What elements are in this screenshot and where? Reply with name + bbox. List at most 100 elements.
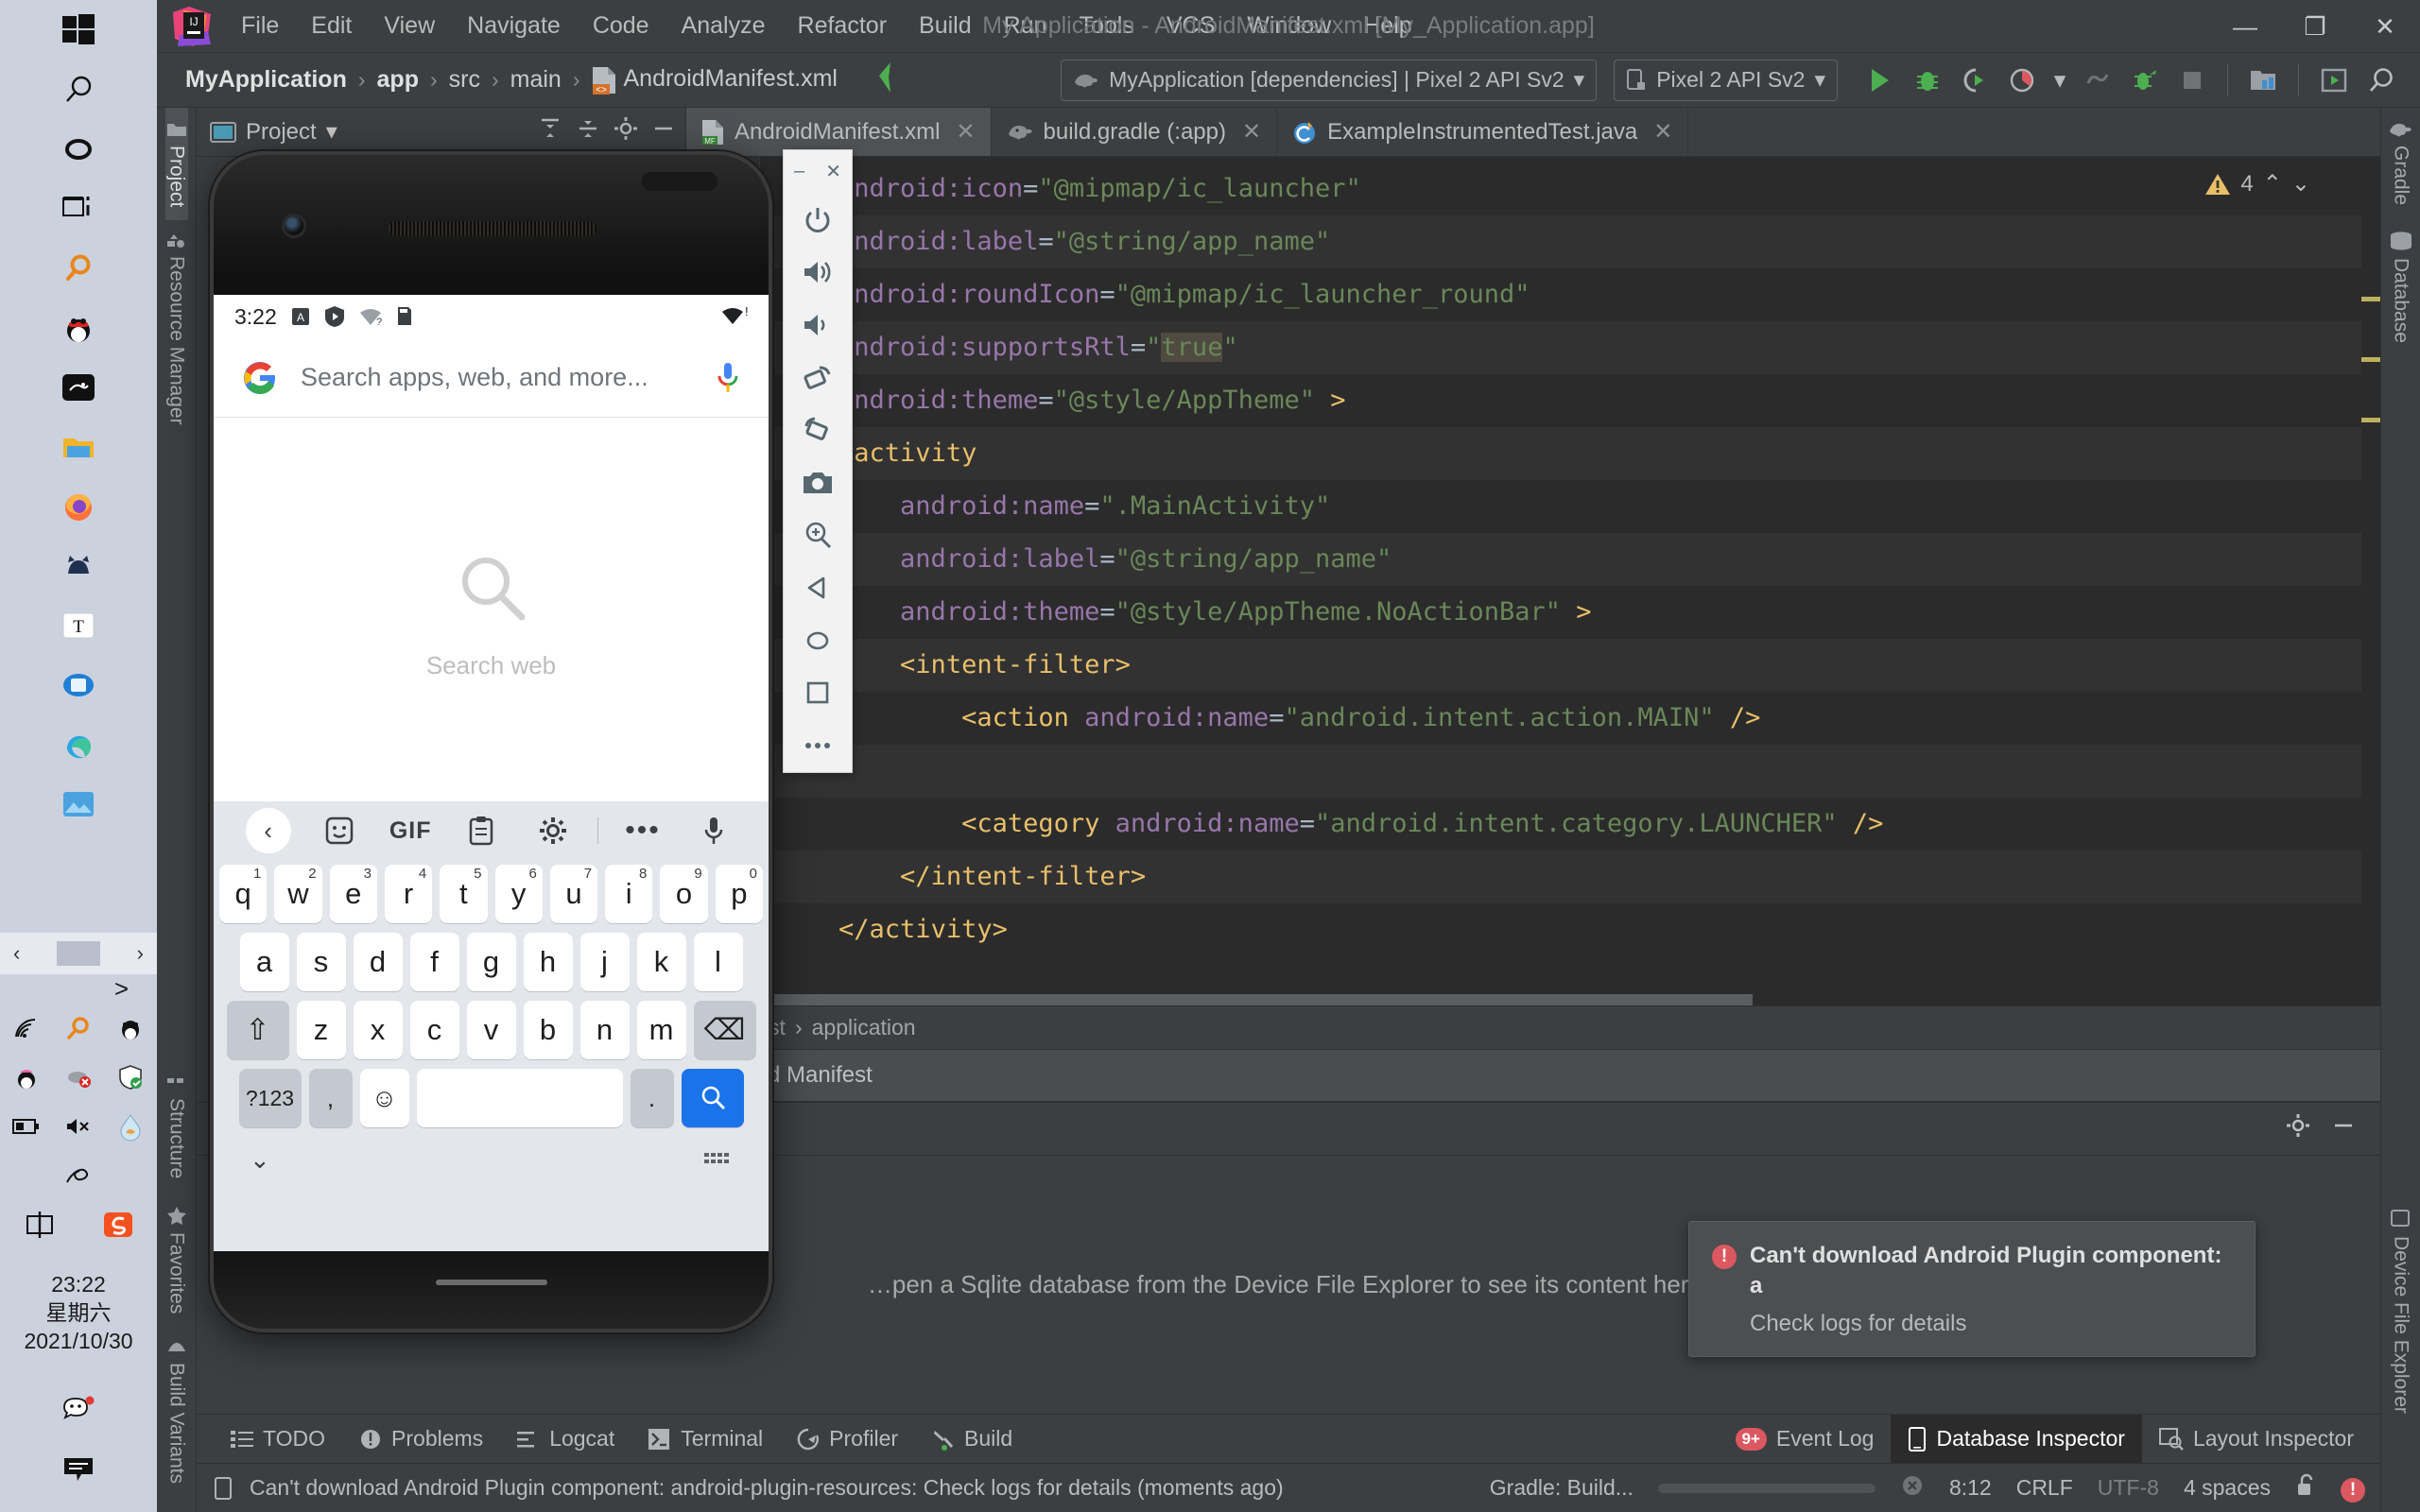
taskbar-scroll-thumb[interactable] bbox=[57, 941, 100, 966]
stop-button[interactable] bbox=[2170, 59, 2214, 102]
tool-window-profiler[interactable]: Profiler bbox=[780, 1415, 915, 1463]
everything-search-icon[interactable] bbox=[0, 238, 157, 298]
notification-balloon[interactable]: ! Can't download Android Plugin componen… bbox=[1688, 1221, 2256, 1357]
inspection-widget[interactable]: 4 ⌃ ⌄ bbox=[2204, 170, 2310, 198]
rotate-left-icon[interactable] bbox=[783, 352, 853, 404]
key-c[interactable]: c bbox=[409, 1001, 459, 1059]
sidebar-item-resource-manager[interactable]: Resource Manager bbox=[165, 220, 188, 438]
network-icon[interactable] bbox=[1, 1004, 53, 1053]
key-q[interactable]: 1q bbox=[219, 865, 268, 923]
key-z[interactable]: z bbox=[296, 1001, 346, 1059]
error-icon[interactable]: ! bbox=[2341, 1477, 2365, 1503]
file-explorer-icon[interactable] bbox=[0, 417, 157, 476]
photos-icon[interactable] bbox=[0, 774, 157, 833]
kb-mic-button[interactable] bbox=[679, 816, 750, 846]
key-d[interactable]: d bbox=[353, 933, 403, 991]
key-backspace[interactable]: ⌫ bbox=[693, 1001, 756, 1059]
rotate-right-icon[interactable] bbox=[783, 404, 853, 456]
tray-expand-icon[interactable]: > bbox=[0, 974, 157, 1004]
sidebar-item-structure[interactable]: Structure bbox=[165, 1062, 188, 1192]
menu-item-code[interactable]: Code bbox=[577, 9, 666, 43]
key-v[interactable]: v bbox=[466, 1001, 516, 1059]
settings-gear-icon[interactable] bbox=[614, 116, 638, 147]
breadcrumb-manifest-file[interactable]: <> AndroidManifest.xml bbox=[584, 62, 845, 96]
volume-down-icon[interactable] bbox=[783, 299, 853, 352]
settings-gear-icon[interactable] bbox=[2286, 1113, 2310, 1144]
key-i[interactable]: 8i bbox=[605, 865, 653, 923]
tool-window-build[interactable]: Build bbox=[915, 1415, 1029, 1463]
kb-back-button[interactable]: ‹ bbox=[233, 808, 303, 853]
kb-settings-button[interactable] bbox=[517, 816, 588, 845]
sidebar-item-build-variants[interactable]: Build Variants bbox=[165, 1327, 188, 1497]
firefox-icon[interactable] bbox=[0, 476, 157, 536]
tab-close-icon[interactable]: ✕ bbox=[1242, 118, 1261, 146]
close-button[interactable]: ✕ bbox=[2350, 0, 2420, 53]
tool-window-database-inspector[interactable]: Database Inspector bbox=[1891, 1415, 2142, 1463]
screenshot-camera-icon[interactable] bbox=[783, 456, 853, 509]
breadcrumb-app[interactable]: app bbox=[370, 63, 426, 96]
key-u[interactable]: 7u bbox=[549, 865, 598, 923]
sidebar-item-project[interactable]: Project bbox=[164, 108, 188, 221]
task-view-icon[interactable] bbox=[0, 179, 157, 238]
ime-chinese-icon[interactable] bbox=[0, 1200, 78, 1249]
key-emoji[interactable]: ☺ bbox=[359, 1069, 409, 1127]
cat-app-icon[interactable] bbox=[0, 536, 157, 595]
menu-item-analyze[interactable]: Analyze bbox=[666, 9, 782, 43]
device-combo[interactable]: Pixel 2 API Sv2 ▾ bbox=[1614, 59, 1838, 101]
editor-code-text[interactable]: android:icon="@mipmap/ic_launcher" andro… bbox=[760, 157, 2380, 1005]
everything-tray-icon[interactable] bbox=[53, 1004, 105, 1053]
back-nav-icon[interactable] bbox=[783, 561, 853, 614]
security-shield-icon[interactable] bbox=[105, 1053, 157, 1102]
minimize-button[interactable]: — bbox=[2210, 0, 2280, 53]
mic-icon[interactable] bbox=[716, 361, 740, 395]
qq-penguin-tray-icon[interactable] bbox=[1, 1053, 53, 1102]
monitor-app-icon[interactable] bbox=[0, 655, 157, 714]
taskbar-clock[interactable]: 23:22 星期六 2021/10/30 bbox=[0, 1270, 157, 1355]
tab-close-icon[interactable]: ✕ bbox=[956, 118, 975, 146]
editor-breadcrumb-application[interactable]: application bbox=[812, 1015, 916, 1040]
hide-panel-icon[interactable] bbox=[2331, 1113, 2356, 1144]
attach-debugger-button[interactable] bbox=[2123, 59, 2167, 102]
key-space[interactable] bbox=[416, 1069, 623, 1127]
menu-item-refactor[interactable]: Refactor bbox=[782, 9, 903, 43]
menu-item-file[interactable]: File bbox=[225, 9, 295, 43]
debug-button[interactable] bbox=[1906, 59, 1949, 102]
run-button[interactable] bbox=[1858, 59, 1902, 102]
qq-icon[interactable] bbox=[0, 298, 157, 357]
sidebar-item-database[interactable]: Database bbox=[2389, 218, 2413, 356]
balloon-subtitle[interactable]: Check logs for details bbox=[1750, 1311, 2232, 1337]
key-k[interactable]: k bbox=[636, 933, 686, 991]
breadcrumb-main[interactable]: main bbox=[503, 63, 569, 96]
android-emulator-window[interactable]: 3:22 A ? ! Search apps, web, and more...… bbox=[210, 151, 772, 1332]
status-caret-position[interactable]: 8:12 bbox=[1949, 1475, 1992, 1501]
sdk-manager-button[interactable] bbox=[2241, 59, 2285, 102]
home-nav-icon[interactable] bbox=[783, 614, 853, 667]
cortana-icon[interactable] bbox=[0, 119, 157, 179]
search-input[interactable]: Search apps, web, and more... bbox=[301, 363, 693, 392]
merged-manifest-tab[interactable]: Merged Manifest bbox=[686, 1049, 2380, 1102]
menu-item-build[interactable]: Build bbox=[903, 9, 988, 43]
status-encoding[interactable]: UTF-8 bbox=[2098, 1475, 2159, 1501]
status-line-separator[interactable]: CRLF bbox=[2016, 1475, 2073, 1501]
kb-more-button[interactable]: ••• bbox=[607, 815, 678, 847]
project-panel-caret[interactable]: ▾ bbox=[326, 118, 337, 146]
volume-mute-icon[interactable] bbox=[53, 1102, 105, 1151]
tab-exampleinstrumentedtest[interactable]: ExampleInstrumentedTest.java ✕ bbox=[1277, 108, 1689, 156]
extended-controls-icon[interactable]: More bbox=[783, 719, 853, 772]
status-indent[interactable]: 4 spaces bbox=[2184, 1475, 2271, 1501]
tool-window-event-log[interactable]: 9+ Event Log bbox=[1719, 1415, 1892, 1463]
key-s[interactable]: s bbox=[296, 933, 346, 991]
tool-window-logcat[interactable]: Logcat bbox=[500, 1415, 631, 1463]
profile-button[interactable] bbox=[2000, 59, 2044, 102]
breadcrumb-myapplication[interactable]: MyApplication bbox=[178, 63, 354, 96]
key-h[interactable]: h bbox=[523, 933, 573, 991]
kb-sticker-button[interactable] bbox=[303, 816, 374, 845]
run-configuration-combo[interactable]: MyApplication [dependencies] | Pixel 2 A… bbox=[1061, 59, 1598, 101]
avd-manager-button[interactable] bbox=[2312, 59, 2356, 102]
keyboard-hide-icon[interactable]: ⌄ bbox=[250, 1145, 270, 1175]
key-g[interactable]: g bbox=[466, 933, 516, 991]
key-period[interactable]: . bbox=[630, 1069, 674, 1127]
search-everywhere-button[interactable] bbox=[2360, 59, 2403, 102]
emulator-screen[interactable]: 3:22 A ? ! Search apps, web, and more...… bbox=[214, 295, 769, 1251]
tool-window-layout-inspector[interactable]: Layout Inspector bbox=[2142, 1415, 2371, 1463]
